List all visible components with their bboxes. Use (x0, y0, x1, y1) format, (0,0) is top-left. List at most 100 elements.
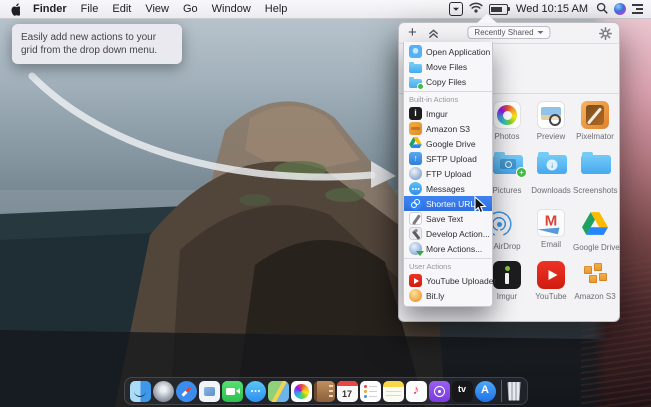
dropdown-item-label: Bit.ly (426, 291, 444, 301)
menu-item-help[interactable]: Help (258, 0, 295, 18)
menu-divider (404, 258, 492, 259)
menu-item-edit[interactable]: Edit (105, 0, 138, 18)
apple-menu-icon[interactable] (9, 3, 20, 16)
add-action-button[interactable]: + (406, 24, 419, 42)
dropdown-item-imgur[interactable]: Imgur (404, 106, 492, 121)
bitly-icon (409, 289, 422, 302)
dock-podcasts-icon[interactable] (429, 381, 450, 402)
dropdown-item-label: FTP Upload (426, 169, 471, 179)
dropdown-item-ftp-upload[interactable]: FTP Upload (404, 166, 492, 181)
grid-item-amazon-s3[interactable]: Amazon S3 (573, 261, 617, 301)
email-icon (537, 209, 565, 237)
dropdown-item-label: SFTP Upload (426, 154, 477, 164)
dropdown-item-label: Copy Files (426, 77, 466, 87)
siri-icon[interactable] (614, 3, 626, 15)
menubar-clock[interactable]: Wed 10:15 AM (514, 3, 590, 15)
dropdown-item-label: Messages (426, 184, 465, 194)
dock-notes-icon[interactable] (383, 381, 404, 402)
dropdown-item-more-actions[interactable]: More Actions... (404, 241, 492, 256)
calendar-day-label: 17 (337, 387, 358, 401)
grid-item-email[interactable]: Email (529, 209, 573, 252)
dropdown-section-user: User Actions (404, 261, 492, 273)
grid-item-youtube[interactable]: YouTube (529, 261, 573, 301)
imgur-icon (493, 261, 521, 289)
dock-safari-icon[interactable] (176, 381, 197, 402)
grid-item-screenshots[interactable]: Screenshots (573, 149, 617, 195)
dropdown-item-label: Imgur (426, 109, 448, 119)
grid-item-label: YouTube (529, 292, 573, 301)
dock-mail-icon[interactable] (199, 381, 220, 402)
hammer-icon (409, 227, 422, 240)
menu-item-view[interactable]: View (138, 0, 176, 18)
dock-tv-icon[interactable] (452, 381, 473, 402)
action-grid: Photos Preview Pixelmator Pictures (485, 101, 617, 319)
dock-finder-icon[interactable] (130, 381, 151, 402)
menu-item-file[interactable]: File (74, 0, 106, 18)
dropdown-item-label: YouTube Uploader (426, 276, 496, 286)
dropdown-item-amazon-s3[interactable]: Amazon S3 (404, 121, 492, 136)
spotlight-icon[interactable] (596, 2, 608, 17)
dock-facetime-icon[interactable] (222, 381, 243, 402)
grid-item-label: Downloads (529, 186, 573, 195)
dropdown-item-label: Move Files (426, 62, 467, 72)
dock-maps-icon[interactable] (268, 381, 289, 402)
dropdown-item-develop-action[interactable]: Develop Action... (404, 226, 492, 241)
dock-contacts-icon[interactable] (314, 381, 335, 402)
dropdown-item-copy-files[interactable]: Copy Files (404, 74, 492, 89)
grid-item-preview[interactable]: Preview (529, 101, 573, 141)
dropdown-item-messages[interactable]: Messages (404, 181, 492, 196)
dropdown-item-move-files[interactable]: Move Files (404, 59, 492, 74)
screenshots-folder-icon (581, 155, 609, 183)
add-action-dropdown-menu: Open Application Move Files Copy Files B… (403, 42, 493, 307)
menu-item-go[interactable]: Go (176, 0, 205, 18)
amazon-s3-icon (409, 122, 422, 135)
grid-item-downloads[interactable]: Downloads (529, 149, 573, 195)
dropdown-section-builtin: Built-in Actions (404, 94, 492, 106)
dock-trash-icon[interactable] (507, 382, 522, 401)
gear-icon[interactable] (599, 27, 612, 40)
dropdown-item-label: Open Application (426, 47, 490, 57)
dock-divider (501, 380, 502, 402)
dock-messages-icon[interactable] (245, 381, 266, 402)
link-icon (409, 197, 422, 210)
dock-music-icon[interactable] (406, 381, 427, 402)
dropdown-item-label: Save Text (426, 214, 463, 224)
grid-item-label: Preview (529, 132, 573, 141)
dropzone-menubar-icon[interactable] (449, 2, 463, 16)
dropdown-item-open-application[interactable]: Open Application (404, 44, 492, 59)
notification-center-icon[interactable] (632, 4, 643, 14)
pixelmator-icon (581, 101, 609, 129)
dropdown-item-label: Google Drive (426, 139, 476, 149)
menu-item-finder[interactable]: Finder (26, 0, 74, 18)
chevrons-up-icon[interactable] (428, 28, 439, 39)
view-selector-dropdown[interactable]: Recently Shared (467, 26, 550, 39)
grid-item-google-drive[interactable]: Google Drive (573, 209, 617, 252)
dock-app-store-icon[interactable] (475, 381, 496, 402)
popover-arrow (477, 14, 497, 23)
grid-item-label: Pixelmator (573, 132, 617, 141)
dock-launchpad-icon[interactable] (153, 381, 174, 402)
dock-calendar-icon[interactable]: 17 (337, 381, 358, 402)
save-text-icon (409, 212, 422, 225)
dropdown-item-youtube-uploader[interactable]: YouTube Uploader (404, 273, 492, 288)
grid-item-label: Amazon S3 (573, 292, 617, 301)
chevron-down-icon (538, 31, 544, 37)
popover-header: + Recently Shared (399, 23, 619, 44)
dock-photos-icon[interactable] (291, 381, 312, 402)
globe-download-icon (409, 242, 422, 255)
preview-icon (537, 101, 565, 129)
photos-icon (493, 101, 521, 129)
dock-reminders-icon[interactable] (360, 381, 381, 402)
google-drive-icon (409, 137, 422, 150)
dropdown-item-sftp-upload[interactable]: SFTP Upload (404, 151, 492, 166)
dropdown-item-label: More Actions... (426, 244, 482, 254)
menu-item-window[interactable]: Window (205, 0, 258, 18)
menu-divider (404, 91, 492, 92)
imgur-icon (409, 107, 422, 120)
dropdown-item-google-drive[interactable]: Google Drive (404, 136, 492, 151)
view-selector-label: Recently Shared (474, 28, 533, 37)
dropdown-item-bitly[interactable]: Bit.ly (404, 288, 492, 303)
grid-item-label: Screenshots (573, 186, 617, 195)
grid-item-pixelmator[interactable]: Pixelmator (573, 101, 617, 141)
battery-icon[interactable] (489, 4, 508, 15)
